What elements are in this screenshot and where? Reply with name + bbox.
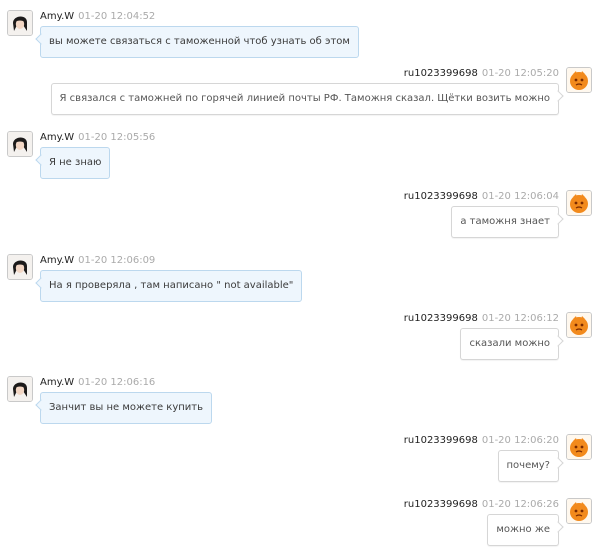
sender-name: Amy.W [40,11,75,22]
message-text: вы можете связаться с таможенной чтоб уз… [49,36,350,47]
message-meta: Amy.W 01-20 12:06:16 [40,377,155,389]
message-time: 01-20 12:06:09 [78,255,156,266]
sender-name: ru1023399698 [403,499,478,510]
message-meta: ru1023399698 01-20 12:06:04 [404,191,559,203]
message-time: 01-20 12:04:52 [78,11,156,22]
message-bubble: Я связался с таможней по горячей линией … [50,83,564,115]
orange-mascot-avatar-icon[interactable] [566,498,592,524]
message-meta: ru1023399698 01-20 12:06:20 [404,435,559,447]
orange-mascot-avatar-icon[interactable] [566,312,592,338]
sender-name: Amy.W [40,132,75,143]
message-bubble: а таможня знает [451,206,564,238]
message-meta: Amy.W 01-20 12:05:56 [40,132,155,144]
user-avatar-icon[interactable] [7,254,33,280]
message-text: можно же [496,524,550,535]
sender-name: ru1023399698 [403,313,478,324]
message-text: а таможня знает [460,216,550,227]
message-meta: Amy.W 01-20 12:06:09 [40,255,155,267]
message-text: Занчит вы не можете купить [49,402,204,413]
sender-name: ru1023399698 [403,191,478,202]
message-bubble: почему? [497,450,564,482]
message-meta: ru1023399698 01-20 12:05:20 [404,68,559,80]
message-meta: ru1023399698 01-20 12:06:26 [404,499,559,511]
sender-name: ru1023399698 [403,68,478,79]
orange-mascot-avatar-icon[interactable] [566,190,592,216]
message-time: 01-20 12:06:04 [481,191,559,202]
message-text: Я связался с таможней по горячей линией … [59,93,550,104]
orange-mascot-avatar-icon[interactable] [566,67,592,93]
message-bubble: вы можете связаться с таможенной чтоб уз… [35,26,359,58]
message-meta: ru1023399698 01-20 12:06:12 [404,313,559,325]
user-avatar-icon[interactable] [7,376,33,402]
message-text: почему? [506,460,551,471]
message-bubble: можно же [487,514,564,546]
user-avatar-icon[interactable] [7,10,33,36]
message-text: На я проверяла , там написано " not avai… [49,280,294,291]
message-text: Я не знаю [49,157,102,168]
message-time: 01-20 12:06:20 [481,435,559,446]
user-avatar-icon[interactable] [7,131,33,157]
message-text: сказали можно [469,338,550,349]
message-bubble: На я проверяла , там написано " not avai… [35,270,303,302]
message-time: 01-20 12:05:56 [78,132,156,143]
message-bubble: сказали можно [460,328,564,360]
message-bubble: Занчит вы не можете купить [35,392,213,424]
message-bubble: Я не знаю [35,147,111,179]
sender-name: Amy.W [40,377,75,388]
message-time: 01-20 12:05:20 [481,68,559,79]
message-time: 01-20 12:06:16 [78,377,156,388]
message-meta: Amy.W 01-20 12:04:52 [40,11,155,23]
sender-name: Amy.W [40,255,75,266]
orange-mascot-avatar-icon[interactable] [566,434,592,460]
sender-name: ru1023399698 [403,435,478,446]
message-time: 01-20 12:06:12 [481,313,559,324]
message-time: 01-20 12:06:26 [481,499,559,510]
